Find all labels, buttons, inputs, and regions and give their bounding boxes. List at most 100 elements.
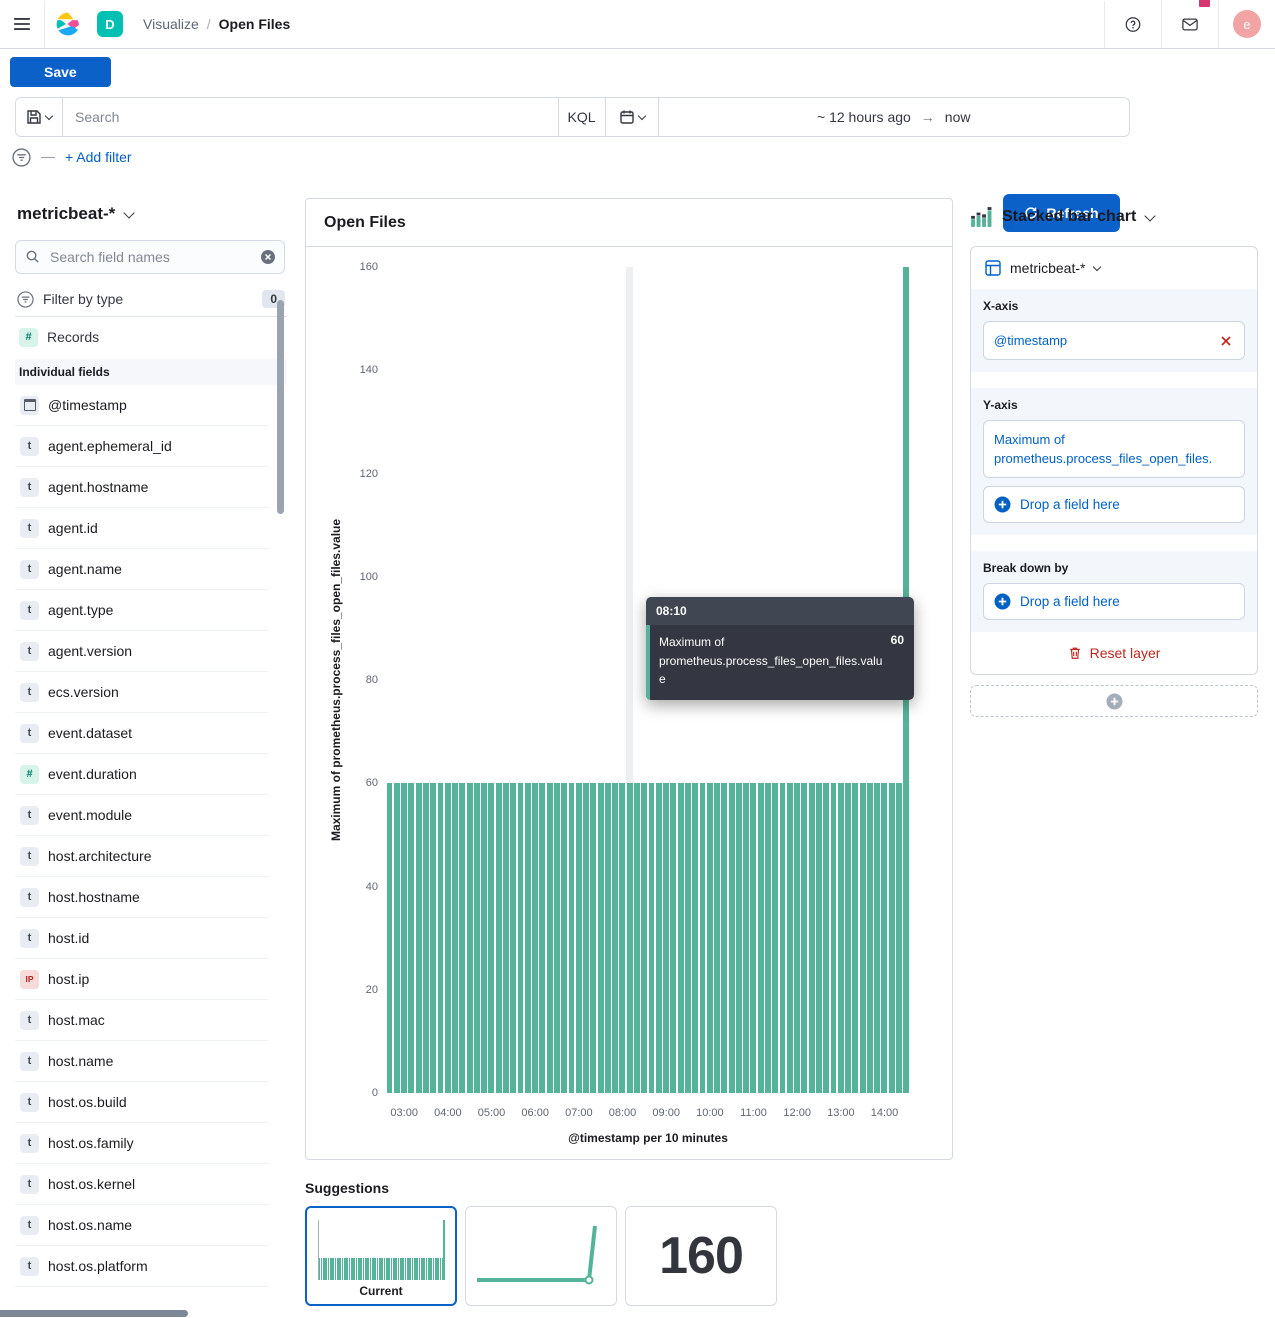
- field-item-host.ip[interactable]: IPhost.ip: [15, 959, 268, 1000]
- suggestion-line-chart[interactable]: [465, 1206, 617, 1306]
- bar-1[interactable]: [394, 783, 400, 1093]
- bar-55[interactable]: [787, 783, 793, 1093]
- bar-10[interactable]: [459, 783, 465, 1093]
- search-input[interactable]: [63, 98, 558, 136]
- date-picker-quick-menu-button[interactable]: [606, 98, 659, 136]
- horizontal-scrollbar[interactable]: [0, 1310, 188, 1317]
- bar-19[interactable]: [525, 783, 531, 1093]
- add-filter-link[interactable]: + Add filter: [65, 149, 132, 165]
- bar-37[interactable]: [656, 783, 662, 1093]
- menu-button[interactable]: [0, 1, 44, 48]
- records-field[interactable]: # Records: [15, 317, 287, 357]
- reset-layer-button[interactable]: Reset layer: [971, 632, 1257, 674]
- field-item-host.architecture[interactable]: thost.architecture: [15, 836, 268, 877]
- bar-26[interactable]: [576, 783, 582, 1093]
- bar-70[interactable]: [896, 783, 902, 1093]
- bar-13[interactable]: [481, 783, 487, 1093]
- index-pattern-switcher[interactable]: metricbeat-*: [17, 204, 287, 224]
- field-item-agent.name[interactable]: tagent.name: [15, 549, 268, 590]
- field-item-event.duration[interactable]: #event.duration: [15, 754, 268, 795]
- field-item-host.id[interactable]: thost.id: [15, 918, 268, 959]
- x-axis-dimension[interactable]: @timestamp: [983, 321, 1245, 360]
- bar-69[interactable]: [889, 783, 895, 1093]
- field-item-host.os.build[interactable]: thost.os.build: [15, 1082, 268, 1123]
- bar-31[interactable]: [612, 783, 618, 1093]
- bar-39[interactable]: [670, 783, 676, 1093]
- bar-17[interactable]: [510, 783, 516, 1093]
- suggestion-current[interactable]: Current: [305, 1206, 457, 1306]
- bar-60[interactable]: [823, 783, 829, 1093]
- chart-type-switcher[interactable]: Stacked bar chart: [970, 206, 1258, 228]
- bar-54[interactable]: [780, 783, 786, 1093]
- bar-30[interactable]: [605, 783, 611, 1093]
- clear-search-button[interactable]: [260, 249, 276, 265]
- bar-36[interactable]: [649, 783, 655, 1093]
- saved-query-menu-button[interactable]: [16, 98, 63, 136]
- field-item-host.hostname[interactable]: thost.hostname: [15, 877, 268, 918]
- newsfeed-button[interactable]: [1176, 1, 1204, 48]
- bar-47[interactable]: [729, 783, 735, 1093]
- layer-index-pattern-switcher[interactable]: metricbeat-*: [971, 247, 1257, 289]
- bar-27[interactable]: [583, 783, 589, 1093]
- field-item-host.os.kernel[interactable]: thost.os.kernel: [15, 1164, 268, 1205]
- bar-57[interactable]: [801, 783, 807, 1093]
- remove-dimension-button[interactable]: [1218, 333, 1234, 349]
- bar-34[interactable]: [634, 783, 640, 1093]
- bar-6[interactable]: [430, 783, 436, 1093]
- bar-48[interactable]: [736, 783, 742, 1093]
- bar-68[interactable]: [881, 783, 887, 1093]
- bar-32[interactable]: [619, 783, 625, 1093]
- field-item-host.os.family[interactable]: thost.os.family: [15, 1123, 268, 1164]
- filter-by-type-button[interactable]: Filter by type 0: [15, 282, 287, 317]
- bar-12[interactable]: [474, 783, 480, 1093]
- bar-23[interactable]: [554, 783, 560, 1093]
- bar-16[interactable]: [503, 783, 509, 1093]
- filter-circle-icon[interactable]: [12, 148, 31, 167]
- bar-63[interactable]: [845, 783, 851, 1093]
- bar-56[interactable]: [794, 783, 800, 1093]
- bar-52[interactable]: [765, 783, 771, 1093]
- field-item-host.os.name[interactable]: thost.os.name: [15, 1205, 268, 1246]
- time-range-from[interactable]: ~ 12 hours ago: [817, 109, 911, 125]
- bar-18[interactable]: [518, 783, 524, 1093]
- field-item-agent.version[interactable]: tagent.version: [15, 631, 268, 672]
- field-item-agent.hostname[interactable]: tagent.hostname: [15, 467, 268, 508]
- save-button[interactable]: Save: [10, 57, 111, 87]
- bar-59[interactable]: [816, 783, 822, 1093]
- kql-toggle-button[interactable]: KQL: [558, 98, 606, 136]
- bar-46[interactable]: [721, 783, 727, 1093]
- field-item-host.os.platform[interactable]: thost.os.platform: [15, 1246, 268, 1287]
- bar-7[interactable]: [438, 783, 444, 1093]
- break-down-drop-target[interactable]: Drop a field here: [983, 583, 1245, 620]
- bar-65[interactable]: [860, 783, 866, 1093]
- bar-58[interactable]: [809, 783, 815, 1093]
- bar-66[interactable]: [867, 783, 873, 1093]
- bar-33[interactable]: [627, 783, 633, 1093]
- field-item-agent.ephemeral_id[interactable]: tagent.ephemeral_id: [15, 426, 268, 467]
- bar-25[interactable]: [569, 783, 575, 1093]
- bar-40[interactable]: [678, 783, 684, 1093]
- field-item-host.name[interactable]: thost.name: [15, 1041, 268, 1082]
- bar-3[interactable]: [408, 783, 414, 1093]
- field-search-input[interactable]: [15, 240, 285, 274]
- bar-51[interactable]: [758, 783, 764, 1093]
- bar-21[interactable]: [539, 783, 545, 1093]
- help-button[interactable]: [1119, 1, 1147, 48]
- user-avatar[interactable]: e: [1233, 10, 1261, 38]
- bar-45[interactable]: [714, 783, 720, 1093]
- time-range-picker[interactable]: ~ 12 hours ago → now: [659, 98, 1130, 136]
- sidebar-scrollbar[interactable]: [277, 300, 284, 514]
- y-axis-drop-target[interactable]: Drop a field here: [983, 486, 1245, 523]
- bar-50[interactable]: [750, 783, 756, 1093]
- bar-9[interactable]: [452, 783, 458, 1093]
- bar-22[interactable]: [547, 783, 553, 1093]
- bar-61[interactable]: [831, 783, 837, 1093]
- field-item-@timestamp[interactable]: @timestamp: [15, 385, 268, 426]
- field-item-event.module[interactable]: tevent.module: [15, 795, 268, 836]
- bar-35[interactable]: [641, 783, 647, 1093]
- bar-67[interactable]: [874, 783, 880, 1093]
- time-range-to[interactable]: now: [945, 109, 971, 125]
- field-item-agent.id[interactable]: tagent.id: [15, 508, 268, 549]
- bar-43[interactable]: [700, 783, 706, 1093]
- field-item-ecs.version[interactable]: tecs.version: [15, 672, 268, 713]
